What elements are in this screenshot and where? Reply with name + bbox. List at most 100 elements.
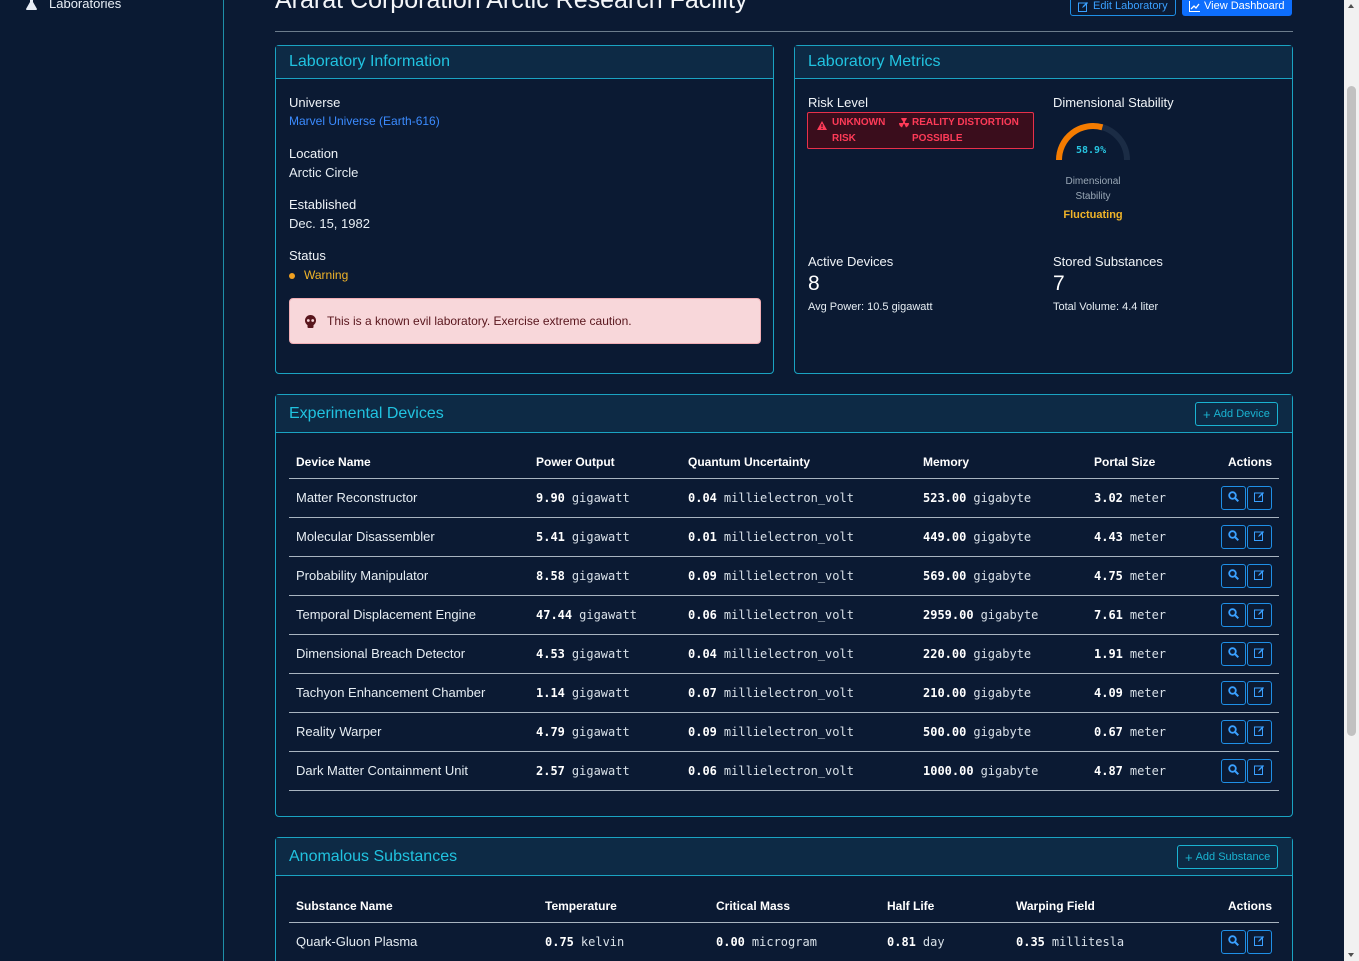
edit-button[interactable] xyxy=(1247,719,1272,744)
power-output: 2.57 gigawatt xyxy=(529,751,681,791)
edit-button[interactable] xyxy=(1247,563,1272,588)
search-icon xyxy=(1228,568,1240,583)
temperature-value: 0.75 xyxy=(545,935,574,949)
portal-size-value: 4.43 xyxy=(1094,530,1123,544)
scroll-down-arrow-icon[interactable] xyxy=(1348,953,1354,957)
portal-size: 4.87 meter xyxy=(1087,751,1197,791)
row-actions xyxy=(1197,595,1279,635)
memory-unit: gigabyte xyxy=(973,530,1032,544)
quantum-uncertainty: 0.04 millielectron_volt xyxy=(681,478,916,518)
critical-mass: 0.00 microgram xyxy=(709,922,880,961)
add-substance-button[interactable]: + Add Substance xyxy=(1177,845,1279,869)
edit-button[interactable] xyxy=(1247,602,1272,627)
sidebar-item-laboratories[interactable]: Laboratories xyxy=(26,0,121,11)
portal-size-value: 1.91 xyxy=(1094,647,1123,661)
device-name-cell: Matter Reconstructor xyxy=(289,478,529,518)
stability-gauge: 58.9% xyxy=(1053,120,1133,170)
devices-card: Experimental Devices + Add Device Device… xyxy=(275,394,1293,817)
quantum-uncertainty: 0.09 millielectron_volt xyxy=(681,712,916,752)
quantum-uncertainty-value: 0.09 xyxy=(688,569,717,583)
view-dashboard-button[interactable]: View Dashboard xyxy=(1182,0,1292,16)
device-row: Matter Reconstructor 9.90 gigawatt 0.04 mill… xyxy=(289,478,1279,518)
view-button[interactable] xyxy=(1221,680,1246,705)
view-button[interactable] xyxy=(1221,758,1246,783)
memory-unit: gigabyte xyxy=(973,647,1032,661)
row-actions xyxy=(1197,517,1279,557)
device-name: Dimensional Breach Detector xyxy=(296,646,466,661)
status-value: Warning xyxy=(304,268,349,282)
view-button[interactable] xyxy=(1221,524,1246,549)
edit-icon xyxy=(1078,2,1088,12)
view-button[interactable] xyxy=(1221,641,1246,666)
view-button[interactable] xyxy=(1221,719,1246,744)
sidebar-item-label: Laboratories xyxy=(49,0,122,11)
edit-button[interactable] xyxy=(1247,758,1272,783)
device-row: Dark Matter Containment Unit 2.57 gigawatt… xyxy=(289,751,1279,791)
unknown-risk-line1: UNKNOWN xyxy=(832,116,886,128)
portal-size-value: 3.02 xyxy=(1094,491,1123,505)
portal-size-unit: meter xyxy=(1129,530,1167,544)
device-name: Matter Reconstructor xyxy=(296,490,418,505)
quantum-uncertainty-value: 0.06 xyxy=(688,608,717,622)
power-output-value: 2.57 xyxy=(536,764,565,778)
device-row: Probability Manipulator 8.58 gigawatt 0.09 m… xyxy=(289,556,1279,596)
power-output-value: 4.79 xyxy=(536,725,565,739)
portal-size: 4.09 meter xyxy=(1087,673,1197,713)
col-half-life: Half Life xyxy=(880,890,1009,923)
edit-icon xyxy=(1254,763,1265,778)
add-device-button[interactable]: + Add Device xyxy=(1195,402,1278,426)
search-icon xyxy=(1228,607,1240,622)
device-name: Temporal Displacement Engine xyxy=(296,607,476,622)
edit-button[interactable] xyxy=(1247,641,1272,666)
edit-button[interactable] xyxy=(1247,524,1272,549)
edit-icon xyxy=(1254,607,1265,622)
view-button[interactable] xyxy=(1221,602,1246,627)
quantum-uncertainty-unit: millielectron_volt xyxy=(723,764,854,778)
scroll-up-arrow-icon[interactable] xyxy=(1348,4,1354,8)
memory-unit: gigabyte xyxy=(973,491,1032,505)
search-icon xyxy=(1228,529,1240,544)
edit-button[interactable] xyxy=(1247,680,1272,705)
half-life: 0.81 day xyxy=(880,922,1009,961)
edit-icon xyxy=(1254,934,1265,949)
power-output-value: 1.14 xyxy=(536,686,565,700)
power-output-unit: gigawatt xyxy=(571,569,630,583)
warping-field: 0.35 millitesla xyxy=(1009,922,1189,961)
power-output-unit: gigawatt xyxy=(571,725,630,739)
portal-size-unit: meter xyxy=(1129,686,1167,700)
lab-metrics-header: Laboratory Metrics xyxy=(795,46,1292,79)
scrollbar-thumb[interactable] xyxy=(1347,86,1356,736)
search-icon xyxy=(1228,490,1240,505)
edit-icon xyxy=(1254,646,1265,661)
portal-size-value: 0.67 xyxy=(1094,725,1123,739)
quantum-uncertainty-unit: millielectron_volt xyxy=(723,608,854,622)
quantum-uncertainty-value: 0.06 xyxy=(688,764,717,778)
critical-mass-value: 0.00 xyxy=(716,935,745,949)
row-actions xyxy=(1197,712,1279,752)
devices-header: Experimental Devices xyxy=(276,395,1292,433)
col-portal-size: Portal Size xyxy=(1087,446,1197,479)
row-actions xyxy=(1197,556,1279,596)
device-name-cell: Dark Matter Containment Unit xyxy=(289,751,529,791)
location-label: Location xyxy=(289,146,339,161)
edit-laboratory-button[interactable]: Edit Laboratory xyxy=(1070,0,1176,16)
view-button[interactable] xyxy=(1221,485,1246,510)
row-actions xyxy=(1197,751,1279,791)
search-icon xyxy=(1228,685,1240,700)
edit-button[interactable] xyxy=(1247,485,1272,510)
device-row: Molecular Disassembler 5.41 gigawatt 0.01 mi… xyxy=(289,517,1279,557)
stability-label: Dimensional Stability xyxy=(1053,95,1174,110)
quantum-uncertainty-value: 0.04 xyxy=(688,491,717,505)
scrollbar[interactable] xyxy=(1344,0,1359,961)
universe-link[interactable]: Marvel Universe (Earth-616) xyxy=(289,114,440,128)
warning-triangle-icon xyxy=(817,120,827,130)
portal-size: 4.75 meter xyxy=(1087,556,1197,596)
warping-field-unit: millitesla xyxy=(1051,935,1125,949)
device-name-cell: Dimensional Breach Detector xyxy=(289,634,529,674)
view-button[interactable] xyxy=(1221,563,1246,588)
memory-value: 523.00 xyxy=(923,491,967,505)
radiation-icon xyxy=(899,117,909,127)
view-button[interactable] xyxy=(1221,929,1246,954)
power-output-unit: gigawatt xyxy=(571,686,630,700)
edit-button[interactable] xyxy=(1247,929,1272,954)
